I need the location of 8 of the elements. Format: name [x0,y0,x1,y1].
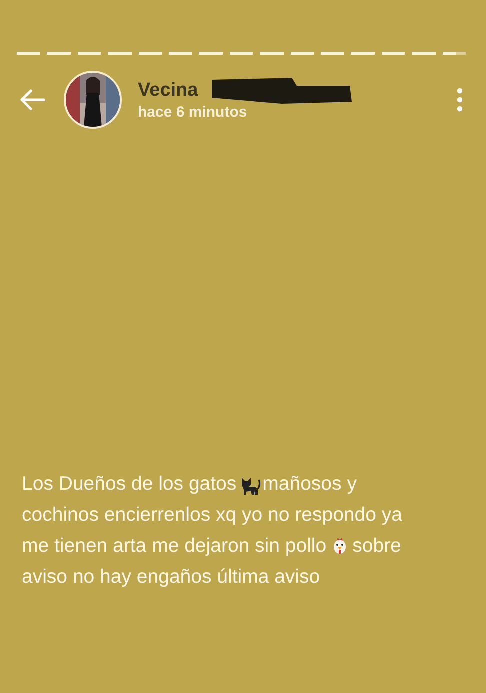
status-text: sobre [352,534,402,559]
status-text: aviso no hay engaños última aviso [22,565,320,590]
contact-name: Vecina [138,80,198,102]
status-time: hace 6 minutos [138,104,248,120]
status-text: mañosos y [262,472,357,497]
status-text: me tienen arta me dejaron sin pollo [22,534,327,559]
status-text: Los Dueños de los gatos [22,472,237,497]
status-text: cochinos encierrenlos xq yo no respondo ya [22,503,402,528]
